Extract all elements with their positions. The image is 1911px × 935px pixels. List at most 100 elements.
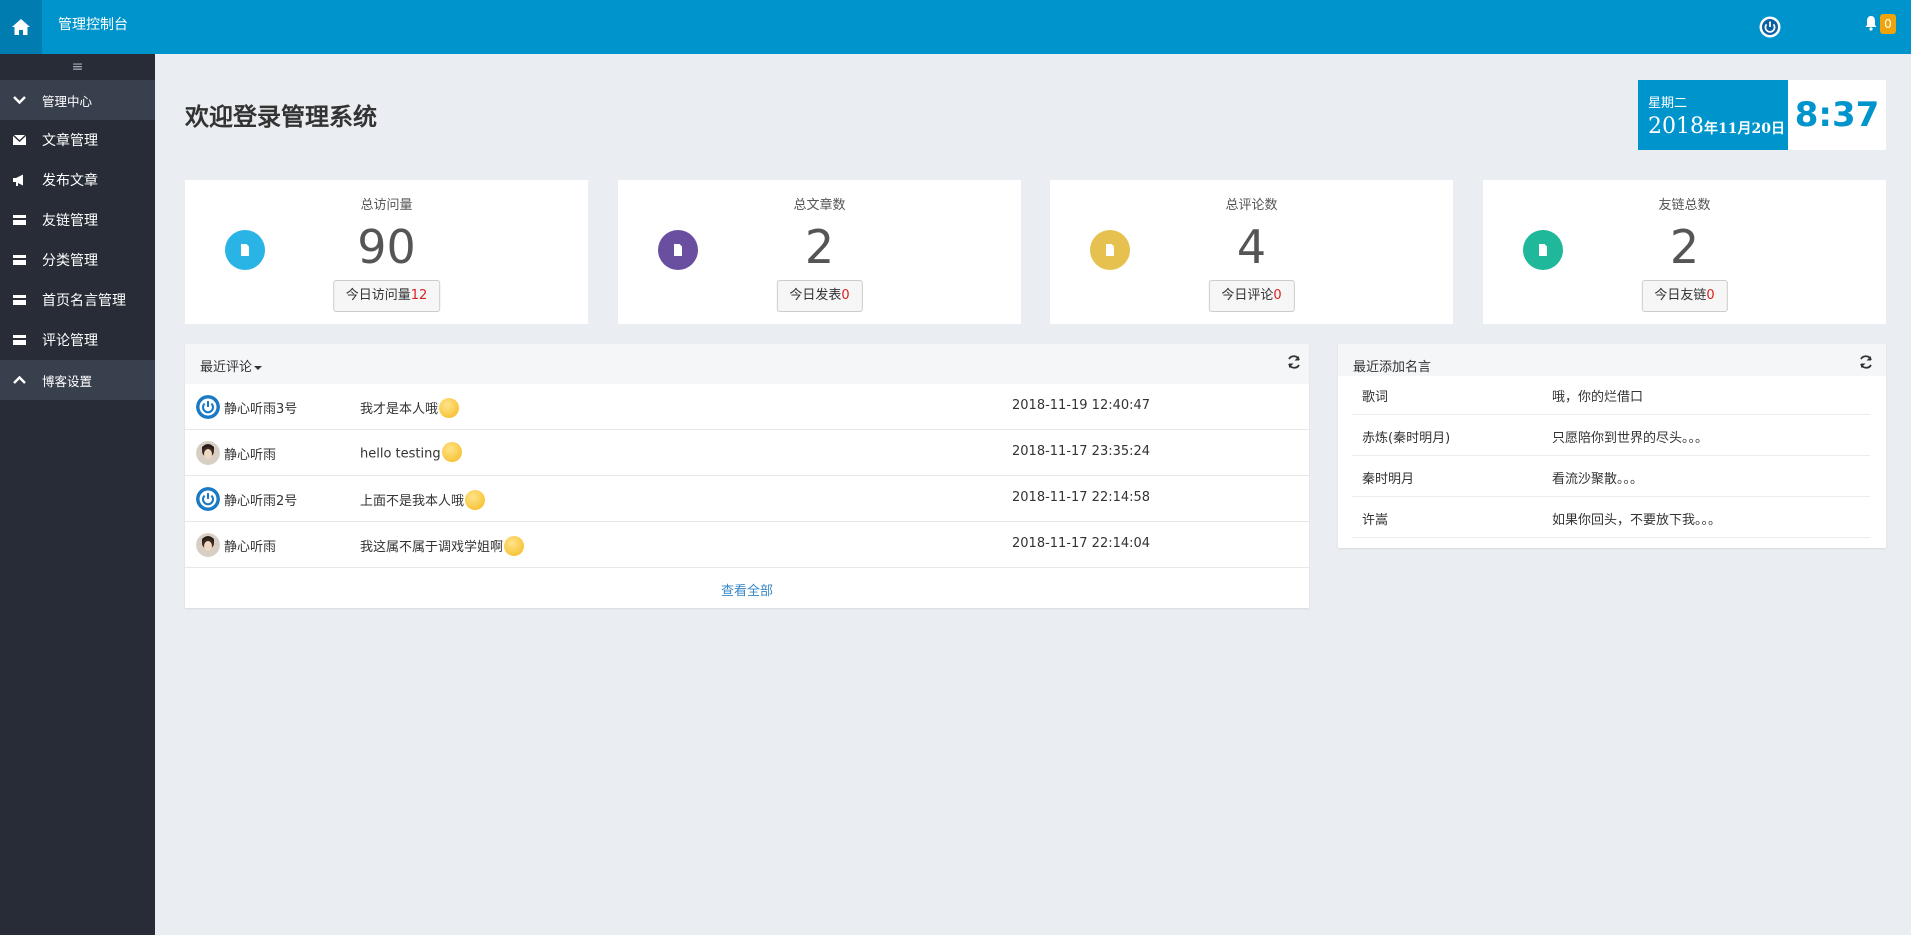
quote-text: 看流沙聚散。。。 xyxy=(1552,472,1644,487)
comment-row[interactable]: 静心听雨 hello testing 2018-11-17 23:35:24 xyxy=(185,430,1309,476)
sidebar-item-label: 管理中心 xyxy=(42,93,93,109)
refresh-icon[interactable] xyxy=(1858,354,1874,370)
avatar xyxy=(196,487,220,511)
stat-btn-label: 今日友链 xyxy=(1654,288,1707,303)
quote-row: 赤炼(秦时明月) 只愿陪你到世界的尽头。。。 xyxy=(1352,415,1870,456)
panel-title: 最近添加名言 xyxy=(1353,360,1432,375)
panel-header: 最近评论 xyxy=(185,344,1309,384)
quote-text: 如果你回头，不要放下我。。。 xyxy=(1552,513,1722,528)
stat-card-articles: 总文章数 2 今日发表0 xyxy=(618,180,1021,324)
stat-btn-label: 今日发表 xyxy=(789,288,842,303)
stat-btn-label: 今日访问量 xyxy=(345,288,411,303)
comment-text-content: hello testing xyxy=(360,446,441,462)
date-time-widget: 星期二 2018年11月20日 8:37 xyxy=(1638,80,1886,150)
comment-text: 我才是本人哦 xyxy=(360,397,460,420)
stat-btn-label: 今日评论 xyxy=(1221,288,1274,303)
date-monthday: 年11月20日 xyxy=(1704,121,1785,137)
sidebar-item-quotes[interactable]: 首页名言管理 xyxy=(0,280,155,320)
today-visits-button[interactable]: 今日访问量12 xyxy=(332,280,441,312)
sidebar-item-label: 博客设置 xyxy=(42,373,93,389)
home-button[interactable] xyxy=(0,0,42,54)
today-articles-button[interactable]: 今日发表0 xyxy=(776,280,863,312)
stat-btn-value: 0 xyxy=(1273,288,1282,303)
sidebar-item-comments[interactable]: 评论管理 xyxy=(0,320,155,360)
sidebar-item-categories[interactable]: 分类管理 xyxy=(0,240,155,280)
today-comments-button[interactable]: 今日评论0 xyxy=(1208,280,1295,312)
stat-label: 友链总数 xyxy=(1658,198,1711,213)
panel-title: 最近评论 xyxy=(200,360,253,375)
full-date: 2018年11月20日 xyxy=(1648,114,1785,139)
card-icon xyxy=(13,295,26,305)
emoji-icon xyxy=(441,442,462,462)
comment-text: 我这属不属于调戏学姐啊 xyxy=(360,535,525,558)
sidebar-item-admin-center[interactable]: 管理中心 xyxy=(0,80,155,120)
sidebar-item-blog-settings[interactable]: 博客设置 xyxy=(0,360,155,400)
stat-label: 总文章数 xyxy=(793,198,846,213)
card-icon xyxy=(13,335,26,345)
stat-btn-value: 0 xyxy=(1706,288,1715,303)
quote-row: 许嵩 如果你回头，不要放下我。。。 xyxy=(1352,497,1870,538)
bullhorn-icon xyxy=(13,174,23,186)
stat-value: 2 xyxy=(804,220,835,274)
comment-text-content: 上面不是我本人哦 xyxy=(360,494,465,509)
comment-row[interactable]: 静心听雨3号 我才是本人哦 2018-11-19 12:40:47 xyxy=(185,384,1309,430)
stat-card-links: 友链总数 2 今日友链0 xyxy=(1483,180,1886,324)
comment-author: 静心听雨3号 xyxy=(224,402,298,417)
sidebar-item-links[interactable]: 友链管理 xyxy=(0,200,155,240)
sidebar: ≡ 管理中心 文章管理 发布文章 友链管理 分类管理 首页名言管理 评论管理 博… xyxy=(0,54,155,935)
quote-author: 歌词 xyxy=(1362,390,1389,405)
comment-time: 2018-11-17 22:14:58 xyxy=(1012,490,1151,505)
view-all-link[interactable]: 查看全部 xyxy=(185,580,1309,599)
emoji-icon xyxy=(439,397,460,418)
sidebar-item-articles[interactable]: 文章管理 xyxy=(0,120,155,160)
quote-text: 只愿陪你到世界的尽头。。。 xyxy=(1552,431,1709,446)
app-title[interactable]: 管理控制台 xyxy=(58,0,128,54)
caret-down-icon xyxy=(254,365,263,370)
quote-text: 哦，你的烂借口 xyxy=(1552,390,1644,405)
sidebar-item-publish[interactable]: 发布文章 xyxy=(0,160,155,200)
stat-value: 2 xyxy=(1669,220,1700,274)
power-icon[interactable] xyxy=(1759,16,1781,38)
clock-time: 8:37 xyxy=(1788,80,1886,150)
stat-label: 总评论数 xyxy=(1225,198,1278,213)
sidebar-item-label: 分类管理 xyxy=(42,253,98,269)
quote-author: 赤炼(秦时明月) xyxy=(1362,431,1451,446)
avatar xyxy=(196,441,220,465)
bell-icon[interactable] xyxy=(1864,15,1878,31)
chevron-down-icon xyxy=(13,96,26,105)
comment-text-content: 我才是本人哦 xyxy=(360,402,439,417)
comment-row[interactable]: 静心听雨2号 上面不是我本人哦 2018-11-17 22:14:58 xyxy=(185,476,1309,522)
refresh-icon[interactable] xyxy=(1286,354,1302,370)
comment-author: 静心听雨2号 xyxy=(224,494,298,509)
quote-author: 许嵩 xyxy=(1362,513,1389,528)
card-icon xyxy=(13,215,26,225)
date-year: 2018 xyxy=(1648,114,1704,139)
quote-row: 秦时明月 看流沙聚散。。。 xyxy=(1352,456,1870,497)
comment-time: 2018-11-17 22:14:04 xyxy=(1012,536,1151,551)
comment-text-content: 我这属不属于调戏学姐啊 xyxy=(360,540,504,555)
stat-card-visits: 总访问量 90 今日访问量12 xyxy=(185,180,588,324)
page-title: 欢迎登录管理系统 xyxy=(185,103,377,131)
comment-text: hello testing xyxy=(360,442,462,464)
comment-author: 静心听雨 xyxy=(224,448,277,463)
sidebar-item-label: 友链管理 xyxy=(42,213,98,229)
recent-comments-dropdown[interactable]: 最近评论 xyxy=(200,356,263,375)
recent-quotes-panel: 最近添加名言 歌词 哦，你的烂借口 赤炼(秦时明月) 只愿陪你到世界的尽头。。。… xyxy=(1338,344,1886,548)
stat-label: 总访问量 xyxy=(360,198,413,213)
card-icon xyxy=(13,255,26,265)
top-bar: 管理控制台 0 xyxy=(0,0,1911,54)
comment-time: 2018-11-17 23:35:24 xyxy=(1012,444,1151,459)
comment-row[interactable]: 静心听雨 我这属不属于调戏学姐啊 2018-11-17 22:14:04 xyxy=(185,522,1309,568)
quote-row: 歌词 哦，你的烂借口 xyxy=(1352,374,1870,415)
comment-author: 静心听雨 xyxy=(224,540,277,555)
today-links-button[interactable]: 今日友链0 xyxy=(1641,280,1728,312)
notification-badge: 0 xyxy=(1880,14,1896,34)
sidebar-item-label: 发布文章 xyxy=(42,173,98,189)
home-icon xyxy=(12,19,30,35)
stat-card-comments: 总评论数 4 今日评论0 xyxy=(1050,180,1453,324)
stat-btn-value: 0 xyxy=(841,288,850,303)
sidebar-toggle-button[interactable]: ≡ xyxy=(0,54,155,80)
emoji-icon xyxy=(504,535,525,556)
quote-author: 秦时明月 xyxy=(1362,472,1415,487)
comment-text: 上面不是我本人哦 xyxy=(360,489,486,512)
